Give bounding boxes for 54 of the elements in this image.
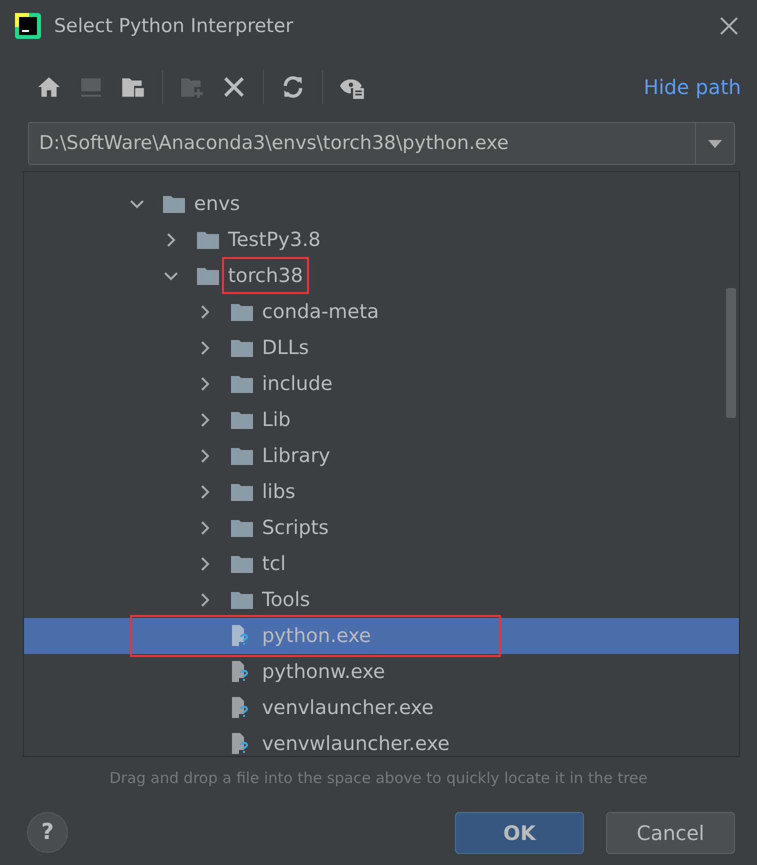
tree-label: venvlauncher.exe: [262, 695, 434, 722]
tree-label: DLLs: [262, 335, 309, 362]
tree-label: libs: [262, 479, 296, 506]
tree-label: venvwlauncher.exe: [262, 731, 450, 756]
tree-row[interactable]: venvwlauncher.exe: [24, 726, 739, 756]
hide-path-link[interactable]: Hide path: [644, 72, 741, 102]
tree-row[interactable]: conda-meta: [24, 294, 739, 330]
tree-row[interactable]: include: [24, 366, 739, 402]
tree-row[interactable]: envs: [24, 186, 739, 222]
tree-row[interactable]: Lib: [24, 402, 739, 438]
dialog-button[interactable]: OK: [455, 812, 584, 854]
window-title: Select Python Interpreter: [54, 14, 294, 39]
path-field[interactable]: D:\SoftWare\Anaconda3\envs\torch38\python.exe: [28, 122, 695, 165]
folder-icon: [230, 590, 254, 610]
tree-row[interactable]: torch38: [24, 258, 739, 294]
tree-row[interactable]: venvlauncher.exe: [24, 690, 739, 726]
tree-row[interactable]: Scripts: [24, 510, 739, 546]
folder-icon: [230, 446, 254, 466]
tree-label: Lib: [262, 407, 291, 434]
tree-row[interactable]: libs: [24, 474, 739, 510]
tree-label: Scripts: [262, 515, 329, 542]
tree-label: tcl: [262, 551, 286, 578]
folder-icon: [230, 338, 254, 358]
dropdown-button[interactable]: [695, 122, 735, 165]
tree-label: pythonw.exe: [262, 659, 386, 686]
tree-label: Library: [262, 443, 330, 470]
folder-icon: [230, 410, 254, 430]
hint-text: Drag and drop a file into the space above to quickly locate it in the tree: [108, 768, 649, 789]
tree-label: include: [262, 371, 333, 398]
tree-row[interactable]: DLLs: [24, 330, 739, 366]
tree-row[interactable]: Library: [24, 438, 739, 474]
tree-row[interactable]: tcl: [24, 546, 739, 582]
tree-row[interactable]: Tools: [24, 582, 739, 618]
tree-label: envs: [194, 191, 240, 218]
tree-label: torch38: [228, 263, 304, 290]
tree-label: TestPy3.8: [228, 227, 321, 254]
folder-icon: [230, 302, 254, 322]
scrollbar-thumb[interactable]: [726, 288, 736, 418]
folder-icon: [230, 554, 254, 574]
tree-label: conda-meta: [262, 299, 379, 326]
folder-icon: [230, 482, 254, 502]
folder-icon: [162, 194, 186, 214]
caret-icon: [708, 140, 722, 148]
folder-icon: [230, 518, 254, 538]
folder-icon: [196, 266, 220, 286]
tree-row[interactable]: pythonw.exe: [24, 654, 739, 690]
folder-icon: [230, 374, 254, 394]
tree-row[interactable]: TestPy3.8: [24, 222, 739, 258]
help-button[interactable]: ?: [27, 812, 68, 853]
tree-label: Tools: [262, 587, 310, 614]
dialog-button[interactable]: Cancel: [606, 812, 735, 854]
app-logo-icon: [14, 12, 42, 40]
folder-icon: [196, 230, 220, 250]
tree-label: python.exe: [262, 623, 372, 650]
